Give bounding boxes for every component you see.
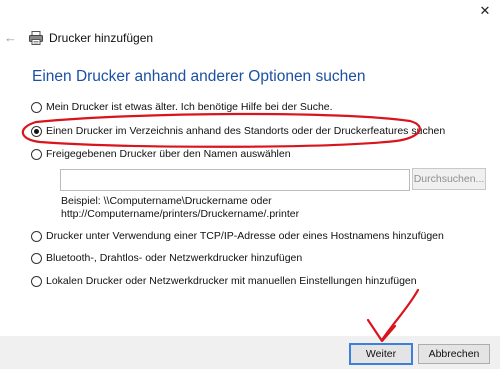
page-heading: Einen Drucker anhand anderer Optionen su… (32, 68, 366, 85)
radio-button[interactable] (31, 230, 42, 242)
option-label: Drucker unter Verwendung einer TCP/IP-Ad… (46, 230, 444, 242)
next-button[interactable]: Weiter (349, 343, 413, 365)
example-line-1: Beispiel: \\Computername\Druckername ode… (61, 195, 272, 207)
radio-button-selected[interactable] (31, 125, 42, 137)
option-tcpip[interactable]: Drucker unter Verwendung einer TCP/IP-Ad… (31, 230, 444, 242)
option-local-manual[interactable]: Lokalen Drucker oder Netzwerkdrucker mit… (31, 275, 417, 287)
option-bluetooth-wireless[interactable]: Bluetooth-, Drahtlos- oder Netzwerkdruck… (31, 252, 302, 264)
radio-button[interactable] (31, 148, 42, 160)
close-icon: ✕ (479, 3, 491, 18)
annotation-arrow-shaft (380, 288, 420, 342)
shared-printer-name-input[interactable] (60, 169, 410, 191)
example-line-2: http://Computername/printers/Druckername… (61, 208, 300, 220)
option-label: Bluetooth-, Drahtlos- oder Netzwerkdruck… (46, 252, 303, 264)
option-directory-search[interactable]: Einen Drucker im Verzeichnis anhand des … (31, 125, 445, 137)
close-button[interactable]: ✕ (470, 0, 500, 22)
option-label: Lokalen Drucker oder Netzwerkdrucker mit… (46, 275, 417, 287)
option-shared-printer-by-name[interactable]: Freigegebenen Drucker über den Namen aus… (31, 148, 291, 160)
example-text: Beispiel: \\Computername\Druckername ode… (61, 195, 299, 221)
radio-button[interactable] (31, 252, 42, 264)
back-arrow-icon: ← (4, 30, 17, 45)
option-label: Mein Drucker ist etwas älter. Ich benöti… (46, 101, 333, 113)
cancel-button[interactable]: Abbrechen (418, 344, 490, 364)
printer-icon (29, 31, 43, 45)
browse-button[interactable]: Durchsuchen... (412, 168, 486, 190)
back-button[interactable]: ← (4, 30, 22, 46)
dialog-footer: Weiter Abbrechen (0, 336, 500, 369)
radio-button[interactable] (31, 101, 42, 113)
option-label: Freigegebenen Drucker über den Namen aus… (46, 148, 291, 160)
window-title: Drucker hinzufügen (49, 31, 154, 45)
radio-button[interactable] (31, 275, 42, 287)
option-label: Einen Drucker im Verzeichnis anhand des … (46, 125, 446, 137)
option-older-printer[interactable]: Mein Drucker ist etwas älter. Ich benöti… (31, 101, 333, 113)
